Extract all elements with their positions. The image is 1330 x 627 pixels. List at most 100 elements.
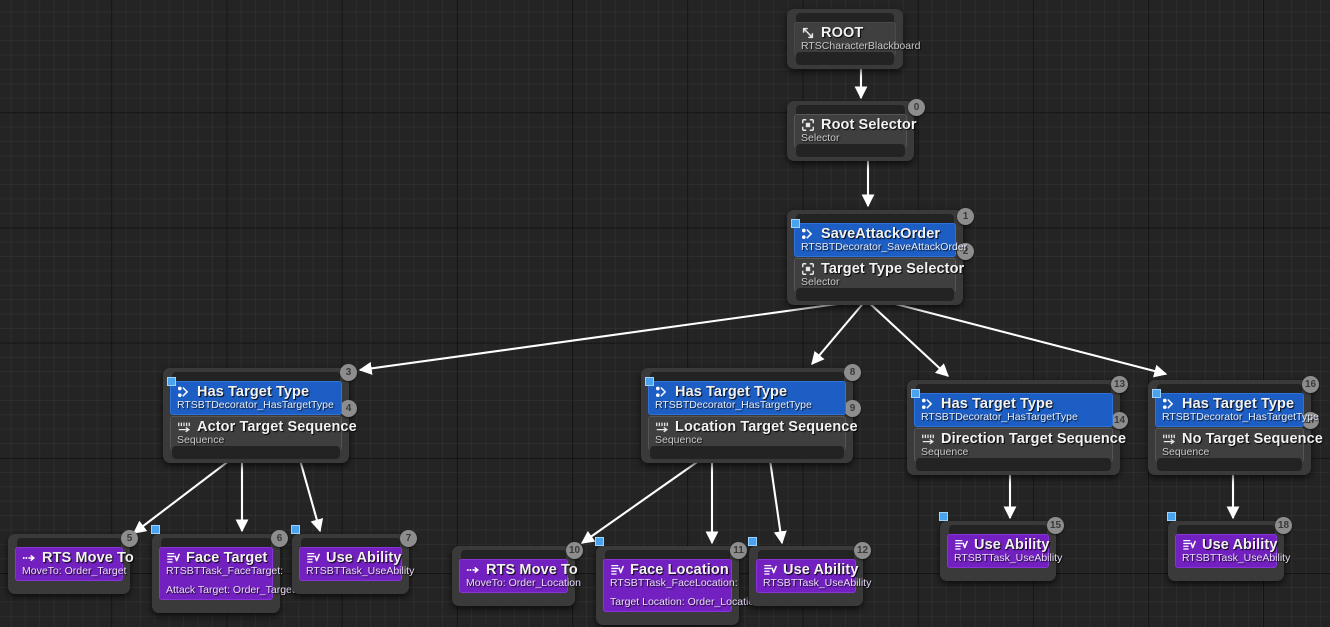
node-pin-bottom[interactable] xyxy=(916,458,1111,471)
decorator-index-badge: 3 xyxy=(340,364,357,381)
node-index-badge: 11 xyxy=(730,542,747,559)
node-face-target[interactable]: 6 Face Target RTSBTTask_FaceTarget: Atta… xyxy=(151,525,295,613)
node-title: Target Type Selector xyxy=(821,261,965,277)
task-row[interactable]: RTS Move To MoveTo: Order_Location xyxy=(459,559,581,593)
task-row[interactable]: RTS Move To MoveTo: Order_Target xyxy=(15,547,134,581)
decorator-row-has-target-type[interactable]: Has Target Type RTSBTDecorator_HasTarget… xyxy=(645,377,846,415)
node-subtitle: RTSBTTask_UseAbility xyxy=(763,577,872,589)
node-index-badge: 9 xyxy=(844,400,861,417)
node-title: Use Ability xyxy=(783,562,859,578)
node-no-target-sequence[interactable]: 16 17 Has Target Type RTSBTDecorator_Has… xyxy=(1148,376,1323,475)
composite-row[interactable]: Direction Target Sequence Sequence xyxy=(914,428,1126,462)
node-target-type-selector[interactable]: 1 2 SaveAttackOrder RTSBTDecorator_SaveA… xyxy=(787,208,974,305)
node-subtitle: Sequence xyxy=(177,434,225,446)
node-title: Face Location xyxy=(630,562,729,578)
node-subtitle: Sequence xyxy=(921,446,969,458)
decorator-row-save-attack-order[interactable]: SaveAttackOrder RTSBTDecorator_SaveAttac… xyxy=(791,219,968,257)
decorator-marker-icon xyxy=(911,389,920,398)
decorator-index-badge: 16 xyxy=(1302,376,1319,393)
node-title: SaveAttackOrder xyxy=(821,226,941,242)
decorator-icon xyxy=(655,386,667,397)
composite-row[interactable]: Location Target Sequence Sequence xyxy=(648,416,858,450)
task-icon xyxy=(955,539,968,550)
node-pin-bottom[interactable] xyxy=(796,52,894,65)
node-pin-bottom[interactable] xyxy=(1157,458,1302,471)
node-pin-bottom[interactable] xyxy=(796,144,905,157)
node-title: RTS Move To xyxy=(486,562,578,578)
task-row[interactable]: Face Target RTSBTTask_FaceTarget: Attack… xyxy=(159,547,295,600)
task-row[interactable]: Use Ability RTSBTTask_UseAbility xyxy=(947,534,1062,568)
node-root[interactable]: ROOT RTSCharacterBlackboard xyxy=(787,9,920,69)
composite-row[interactable]: No Target Sequence Sequence xyxy=(1155,428,1323,462)
node-index-badge: 1 xyxy=(957,208,974,225)
node-direction-target-sequence[interactable]: 13 14 Has Target Type RTSBTDecorator_Has… xyxy=(907,376,1128,475)
task-marker-icon xyxy=(595,537,604,546)
task-marker-icon xyxy=(291,525,300,534)
task-marker-icon xyxy=(748,537,757,546)
node-subtitle: Sequence xyxy=(1162,446,1210,458)
node-title: Use Ability xyxy=(974,537,1050,553)
node-subtitle: Sequence xyxy=(655,434,703,446)
node-title: Has Target Type xyxy=(941,396,1054,412)
decorator-marker-icon xyxy=(645,377,654,386)
decorator-icon xyxy=(801,228,813,239)
task-row[interactable]: Face Location RTSBTTask_FaceLocation: Ta… xyxy=(603,559,761,612)
sequence-icon xyxy=(656,422,668,433)
task-icon xyxy=(167,552,180,563)
connection-wires xyxy=(132,62,1240,545)
behavior-tree-root-icon xyxy=(802,27,814,39)
selector-icon xyxy=(802,119,814,131)
node-title: Use Ability xyxy=(326,550,402,566)
node-actor-target-sequence[interactable]: 3 4 Has Target Type RTSBTDecorator_HasTa… xyxy=(163,364,357,463)
node-use-ability-4[interactable]: 18 Use Ability RTSBTTask_UseAbility xyxy=(1167,512,1292,581)
node-subtitle: RTSBTTask_FaceLocation: xyxy=(610,577,738,589)
composite-row[interactable]: Actor Target Sequence Sequence xyxy=(170,416,357,450)
task-icon xyxy=(307,552,320,563)
node-title: Face Target xyxy=(186,550,268,566)
behavior-tree-canvas[interactable]: ROOT RTSCharacterBlackboard 0 Root Selec… xyxy=(0,0,1330,627)
node-use-ability-3[interactable]: 15 Use Ability RTSBTTask_UseAbility xyxy=(939,512,1064,581)
composite-row[interactable]: Root Selector Selector xyxy=(794,114,916,148)
node-index-badge: 0 xyxy=(908,99,925,116)
node-title: Use Ability xyxy=(1202,537,1278,553)
node-index-badge: 18 xyxy=(1275,517,1292,534)
node-subtitle: Selector xyxy=(801,132,840,144)
task-marker-icon xyxy=(1167,512,1176,521)
task-row[interactable]: Use Ability RTSBTTask_UseAbility xyxy=(299,547,414,581)
node-pin-bottom[interactable] xyxy=(172,446,340,459)
node-rts-move-to-target[interactable]: 5 RTS Move To MoveTo: Order_Target xyxy=(8,530,138,594)
task-icon xyxy=(611,564,624,575)
node-title: RTS Move To xyxy=(42,550,134,566)
node-use-ability-2[interactable]: 12 Use Ability RTSBTTask_UseAbility xyxy=(748,537,872,606)
decorator-row-has-target-type[interactable]: Has Target Type RTSBTDecorator_HasTarget… xyxy=(1152,389,1319,427)
node-location-target-sequence[interactable]: 8 9 Has Target Type RTSBTDecorator_HasTa… xyxy=(641,364,861,463)
node-index-badge: 7 xyxy=(400,530,417,547)
node-pin-bottom[interactable] xyxy=(650,446,844,459)
node-title: Direction Target Sequence xyxy=(941,431,1127,447)
decorator-marker-icon xyxy=(167,377,176,386)
node-subtitle-2: Target Location: Order_Location xyxy=(610,596,761,608)
task-row[interactable]: Use Ability RTSBTTask_UseAbility xyxy=(756,559,872,593)
task-icon xyxy=(764,564,777,575)
node-root-selector[interactable]: 0 Root Selector Selector xyxy=(787,99,925,161)
decorator-icon xyxy=(921,398,933,409)
sequence-icon xyxy=(1163,434,1175,445)
decorator-index-badge: 8 xyxy=(844,364,861,381)
node-title: Root Selector xyxy=(821,117,917,133)
task-row[interactable]: Use Ability RTSBTTask_UseAbility xyxy=(1175,534,1290,568)
node-index-badge: 15 xyxy=(1047,517,1064,534)
node-face-location[interactable]: 11 Face Location RTSBTTask_FaceLocation:… xyxy=(595,537,761,625)
decorator-row-has-target-type[interactable]: Has Target Type RTSBTDecorator_HasTarget… xyxy=(167,377,342,415)
root-row[interactable]: ROOT RTSCharacterBlackboard xyxy=(794,22,920,56)
node-title: Has Target Type xyxy=(1182,396,1295,412)
decorator-row-has-target-type[interactable]: Has Target Type RTSBTDecorator_HasTarget… xyxy=(911,389,1113,427)
node-pin-bottom[interactable] xyxy=(796,288,954,301)
node-title: No Target Sequence xyxy=(1182,431,1323,447)
node-subtitle: RTSBTDecorator_SaveAttackOrder xyxy=(801,241,968,253)
node-use-ability-1[interactable]: 7 Use Ability RTSBTTask_UseAbility xyxy=(291,525,417,594)
node-title: Location Target Sequence xyxy=(675,419,858,435)
decorator-icon xyxy=(177,386,189,397)
node-rts-move-to-location[interactable]: 10 RTS Move To MoveTo: Order_Location xyxy=(452,542,583,606)
node-subtitle-2: Attack Target: Order_Target xyxy=(166,584,295,596)
composite-row[interactable]: Target Type Selector Selector xyxy=(794,258,964,292)
